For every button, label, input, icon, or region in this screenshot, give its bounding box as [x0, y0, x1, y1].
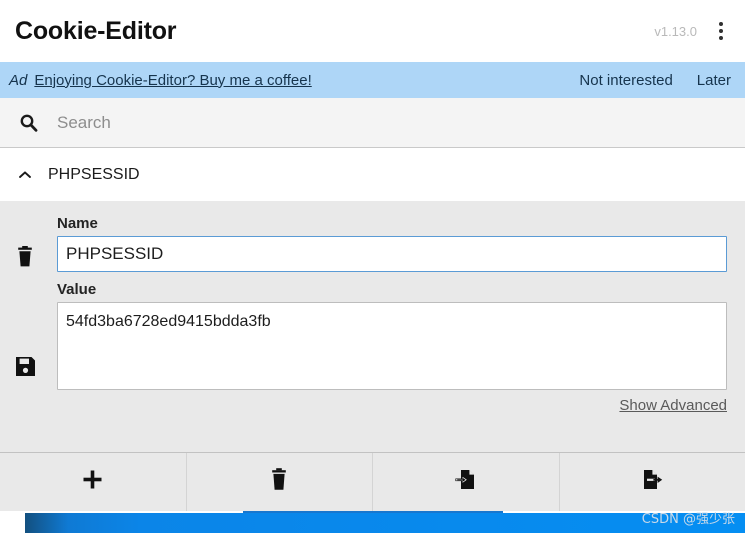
import-file-icon	[453, 467, 478, 497]
app-header: Cookie-Editor v1.13.0	[0, 0, 745, 62]
create-cookie-button[interactable]	[0, 453, 187, 511]
bottom-toolbar	[0, 452, 745, 511]
ad-later-button[interactable]: Later	[697, 72, 731, 89]
advanced-row: Show Advanced	[57, 397, 727, 415]
cookie-editor-popup: Cookie-Editor v1.13.0 Ad Enjoying Cookie…	[0, 0, 745, 533]
ad-actions: Not interested Later	[579, 72, 731, 89]
kebab-dot	[719, 22, 723, 26]
kebab-dot	[719, 29, 723, 33]
export-cookies-button[interactable]	[560, 453, 745, 511]
chevron-up-icon	[14, 164, 36, 186]
cookie-name-label: PHPSESSID	[48, 166, 140, 183]
cookie-row-header-phpsessid[interactable]: PHPSESSID	[0, 149, 745, 201]
value-field-label: Value	[57, 281, 97, 298]
kebab-menu-icon[interactable]	[711, 18, 731, 44]
trash-icon	[269, 468, 289, 496]
search-icon	[17, 112, 39, 134]
ad-not-interested-button[interactable]: Not interested	[579, 72, 672, 89]
search-bar	[0, 98, 745, 148]
cookie-name-input[interactable]	[57, 236, 727, 272]
ad-banner: Ad Enjoying Cookie-Editor? Buy me a coff…	[0, 62, 745, 98]
show-advanced-link[interactable]: Show Advanced	[619, 397, 727, 414]
kebab-dot	[719, 36, 723, 40]
export-file-icon	[640, 467, 665, 497]
cookie-value-input[interactable]	[57, 302, 727, 390]
page-title: Cookie-Editor	[15, 16, 177, 45]
header-right-group: v1.13.0	[654, 18, 731, 44]
ad-tag-label: Ad	[9, 71, 28, 89]
version-label: v1.13.0	[654, 23, 697, 39]
delete-all-cookies-button[interactable]	[187, 453, 373, 511]
cookie-fields: Name Value Show Advanced	[57, 215, 729, 415]
cookie-detail-form: Name Value Show Advanced	[0, 201, 745, 452]
page-blue-bar	[25, 513, 745, 533]
plus-icon	[82, 469, 103, 495]
cookie-side-actions	[0, 201, 48, 452]
import-cookies-button[interactable]	[373, 453, 560, 511]
save-cookie-button[interactable]	[12, 353, 38, 379]
watermark-label: CSDN @强少张	[641, 512, 735, 527]
delete-cookie-button[interactable]	[12, 244, 38, 270]
search-input[interactable]	[57, 112, 745, 133]
ad-link[interactable]: Enjoying Cookie-Editor? Buy me a coffee!	[34, 72, 311, 89]
name-field-label: Name	[57, 215, 98, 232]
